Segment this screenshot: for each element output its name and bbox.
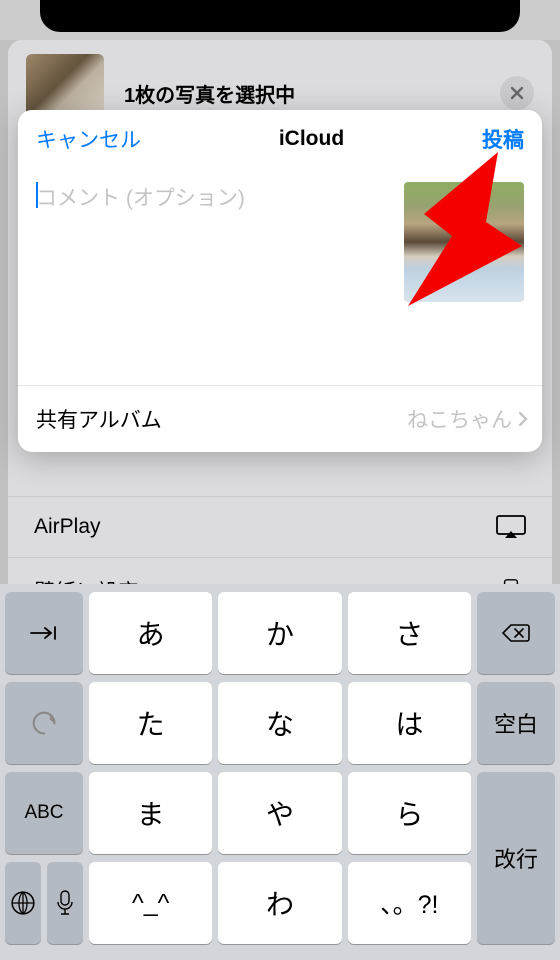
key-ra[interactable]: ら [348, 772, 471, 854]
key-ha[interactable]: は [348, 682, 471, 764]
shared-album-row[interactable]: 共有アルバム ねこちゃん [18, 385, 542, 452]
share-title: 1枚の写真を選択中 [124, 79, 500, 108]
attached-photo-thumb[interactable] [404, 182, 524, 302]
shared-album-label: 共有アルバム [36, 404, 162, 434]
key-mic[interactable] [47, 862, 83, 944]
key-ya[interactable]: や [218, 772, 341, 854]
key-a[interactable]: あ [89, 592, 212, 674]
cancel-button[interactable]: キャンセル [36, 124, 141, 154]
key-ma[interactable]: ま [89, 772, 212, 854]
airplay-row[interactable]: AirPlay [8, 496, 552, 557]
close-icon [509, 85, 525, 101]
key-wa[interactable]: わ [218, 862, 341, 944]
arrow-right-bar-icon [29, 620, 59, 646]
undo-icon [29, 710, 59, 736]
album-name: ねこちゃん [407, 404, 512, 434]
close-button[interactable] [500, 76, 534, 110]
key-sa[interactable]: さ [348, 592, 471, 674]
key-undo[interactable] [5, 682, 83, 764]
mic-icon [50, 890, 80, 916]
key-na[interactable]: な [218, 682, 341, 764]
key-tab[interactable] [5, 592, 83, 674]
device-notch [40, 0, 520, 32]
modal-title: iCloud [279, 127, 344, 151]
icloud-post-modal: キャンセル iCloud 投稿 共有アルバム ねこちゃん [18, 110, 542, 452]
backspace-icon [501, 620, 531, 646]
key-space[interactable]: 空白 [477, 682, 555, 764]
airplay-icon [496, 515, 526, 539]
airplay-label: AirPlay [34, 515, 101, 539]
key-face[interactable]: ^_^ [89, 862, 212, 944]
key-backspace[interactable] [477, 592, 555, 674]
modal-header: キャンセル iCloud 投稿 [18, 110, 542, 164]
text-cursor [36, 182, 38, 208]
key-globe[interactable] [5, 862, 41, 944]
modal-body [18, 164, 542, 385]
post-button[interactable]: 投稿 [482, 124, 524, 154]
key-punct[interactable]: 、。?! [348, 862, 471, 944]
key-enter[interactable]: 改行 [477, 772, 555, 944]
key-abc[interactable]: ABC [5, 772, 83, 854]
comment-input[interactable] [36, 182, 394, 367]
key-ka[interactable]: か [218, 592, 341, 674]
globe-icon [8, 890, 38, 916]
keyboard: あ か さ た な は 空白 ABC ま [0, 584, 560, 960]
shared-album-value: ねこちゃん [407, 404, 528, 434]
key-ta[interactable]: た [89, 682, 212, 764]
chevron-right-icon [518, 411, 528, 427]
